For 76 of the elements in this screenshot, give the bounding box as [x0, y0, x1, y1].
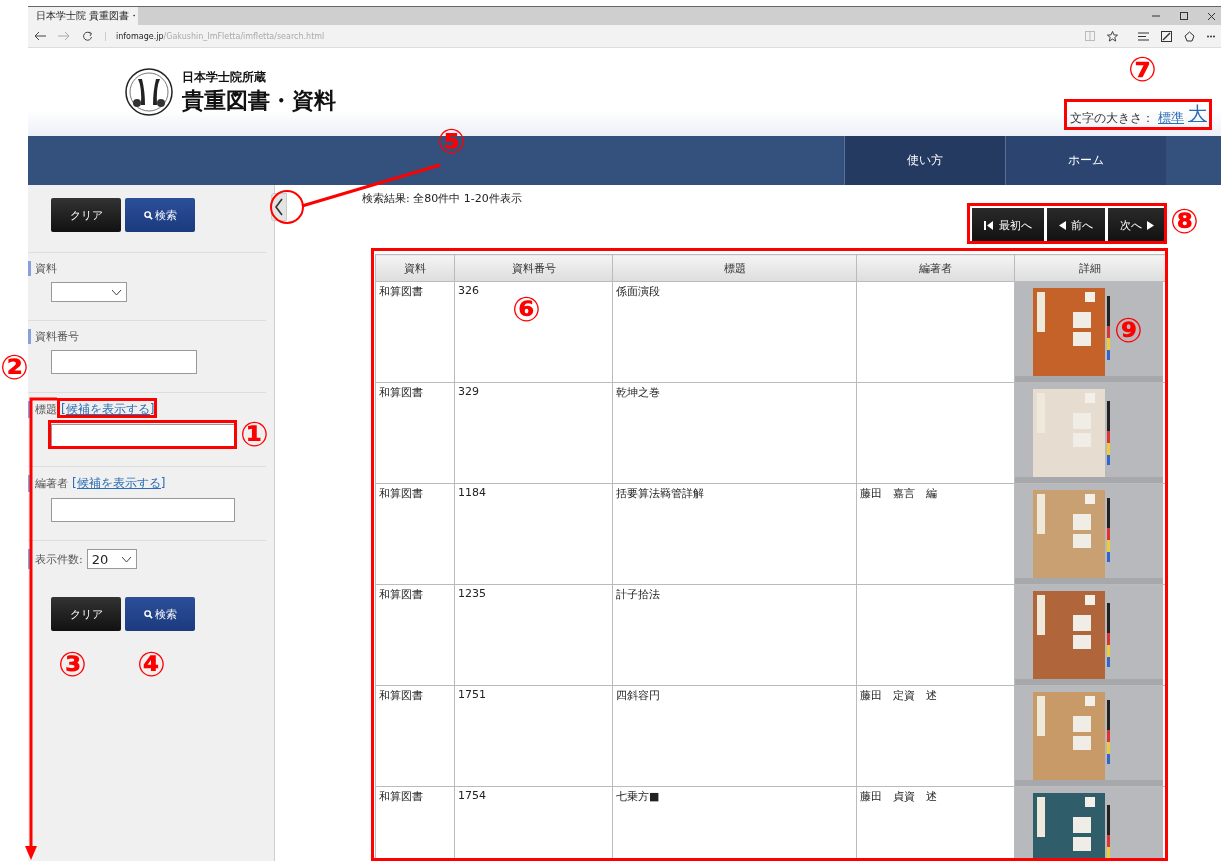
text-field[interactable]	[51, 498, 235, 522]
field-label: 編著者	[35, 476, 68, 491]
author-text: 藤田 定資 述	[860, 689, 937, 702]
close-icon[interactable]	[1208, 12, 1215, 20]
table-cell: 和算図書	[375, 483, 455, 585]
callout-number: ④	[137, 647, 166, 681]
table-cell: 係面演段	[612, 281, 857, 383]
minimize-icon[interactable]	[1152, 12, 1160, 20]
callout-number: ②	[0, 350, 29, 384]
font-size-label: 文字の大きさ：	[1070, 110, 1154, 127]
seal-logo	[124, 67, 174, 117]
triangle-left-icon	[1059, 220, 1066, 230]
url-text[interactable]: infomage.jp/Gakushin_ImFletta/imfletta/search.html	[105, 31, 325, 41]
font-size-link[interactable]: 大	[1188, 101, 1207, 127]
callout-number: ⑦	[1128, 52, 1157, 86]
author-text: 藤田 貞資 述	[860, 790, 937, 803]
clear-button[interactable]: クリア	[51, 597, 121, 631]
pager-button[interactable]: 次へ	[1108, 208, 1166, 242]
table-cell: 四斜容円	[612, 685, 857, 787]
suggest-link[interactable]: [候補を表示する]	[61, 401, 155, 418]
search-button[interactable]: 検索	[125, 597, 195, 631]
table-cell: 和算図書	[375, 685, 455, 787]
table-cell: 1235	[454, 584, 613, 686]
table-cell: 和算図書	[375, 281, 455, 383]
suggest-link[interactable]: [候補を表示する]	[72, 475, 166, 492]
table-cell: 1751	[454, 685, 613, 787]
browser-tab[interactable]: 日本学士院 貴重図書・	[28, 7, 138, 25]
nav-link[interactable]: 使い方	[844, 136, 1005, 185]
field-label: 資料	[35, 261, 57, 276]
field-label: 標題	[35, 402, 57, 417]
chevron-down-icon	[120, 555, 132, 563]
search-icon	[143, 210, 153, 220]
field-label: 表示件数:	[35, 551, 83, 567]
pager-button[interactable]: 前へ	[1047, 208, 1105, 242]
more-icon[interactable]	[1207, 34, 1215, 38]
chevron-down-icon	[111, 288, 122, 296]
table-cell: 計子拾法	[612, 584, 857, 686]
author-text: 藤田 嘉言 編	[860, 487, 937, 500]
field-label: 資料番号	[35, 329, 79, 344]
org-name: 日本学士院所蔵	[182, 68, 267, 86]
column-header: 資料	[375, 254, 455, 282]
skip-back-icon	[984, 220, 994, 230]
maximize-icon[interactable]	[1180, 12, 1188, 20]
column-header: 標題	[612, 254, 857, 282]
select-field[interactable]	[51, 282, 127, 302]
table-cell: 括要算法羇管詳解	[612, 483, 857, 585]
column-header: 資料番号	[454, 254, 613, 282]
table-cell: 和算図書	[375, 786, 455, 861]
refresh-icon[interactable]	[82, 30, 93, 42]
chevron-left-icon	[274, 198, 284, 216]
select-field[interactable]: 20	[86, 549, 137, 569]
column-header: 詳細	[1014, 254, 1166, 282]
column-header: 編著者	[856, 254, 1015, 282]
callout-number: ⑨	[1114, 313, 1143, 347]
nav-link[interactable]: ホーム	[1005, 136, 1166, 185]
callout-number: ⑧	[1170, 204, 1199, 238]
search-icon	[143, 609, 153, 619]
search-button[interactable]: 検索	[125, 198, 195, 232]
note-icon[interactable]	[1161, 30, 1172, 42]
callout-number: ③	[58, 647, 87, 681]
site-title: 貴重図書・資料	[182, 85, 336, 115]
pager-button[interactable]: 最初へ	[972, 208, 1044, 242]
table-cell: 和算図書	[375, 584, 455, 686]
callout-number: ①	[240, 417, 269, 451]
clear-button[interactable]: クリア	[51, 198, 121, 232]
table-cell: 和算図書	[375, 382, 455, 484]
table-cell: 乾坤之巻	[612, 382, 857, 484]
table-cell: 1184	[454, 483, 613, 585]
table-cell: 329	[454, 382, 613, 484]
star-icon[interactable]	[1107, 30, 1118, 42]
back-icon[interactable]	[34, 31, 46, 41]
result-summary: 検索結果: 全80件中 1-20件表示	[362, 191, 523, 206]
font-size-link[interactable]: 標準	[1158, 109, 1184, 127]
triangle-right-icon	[1147, 220, 1154, 230]
callout-number: ⑥	[512, 292, 541, 326]
text-field[interactable]	[51, 350, 197, 374]
